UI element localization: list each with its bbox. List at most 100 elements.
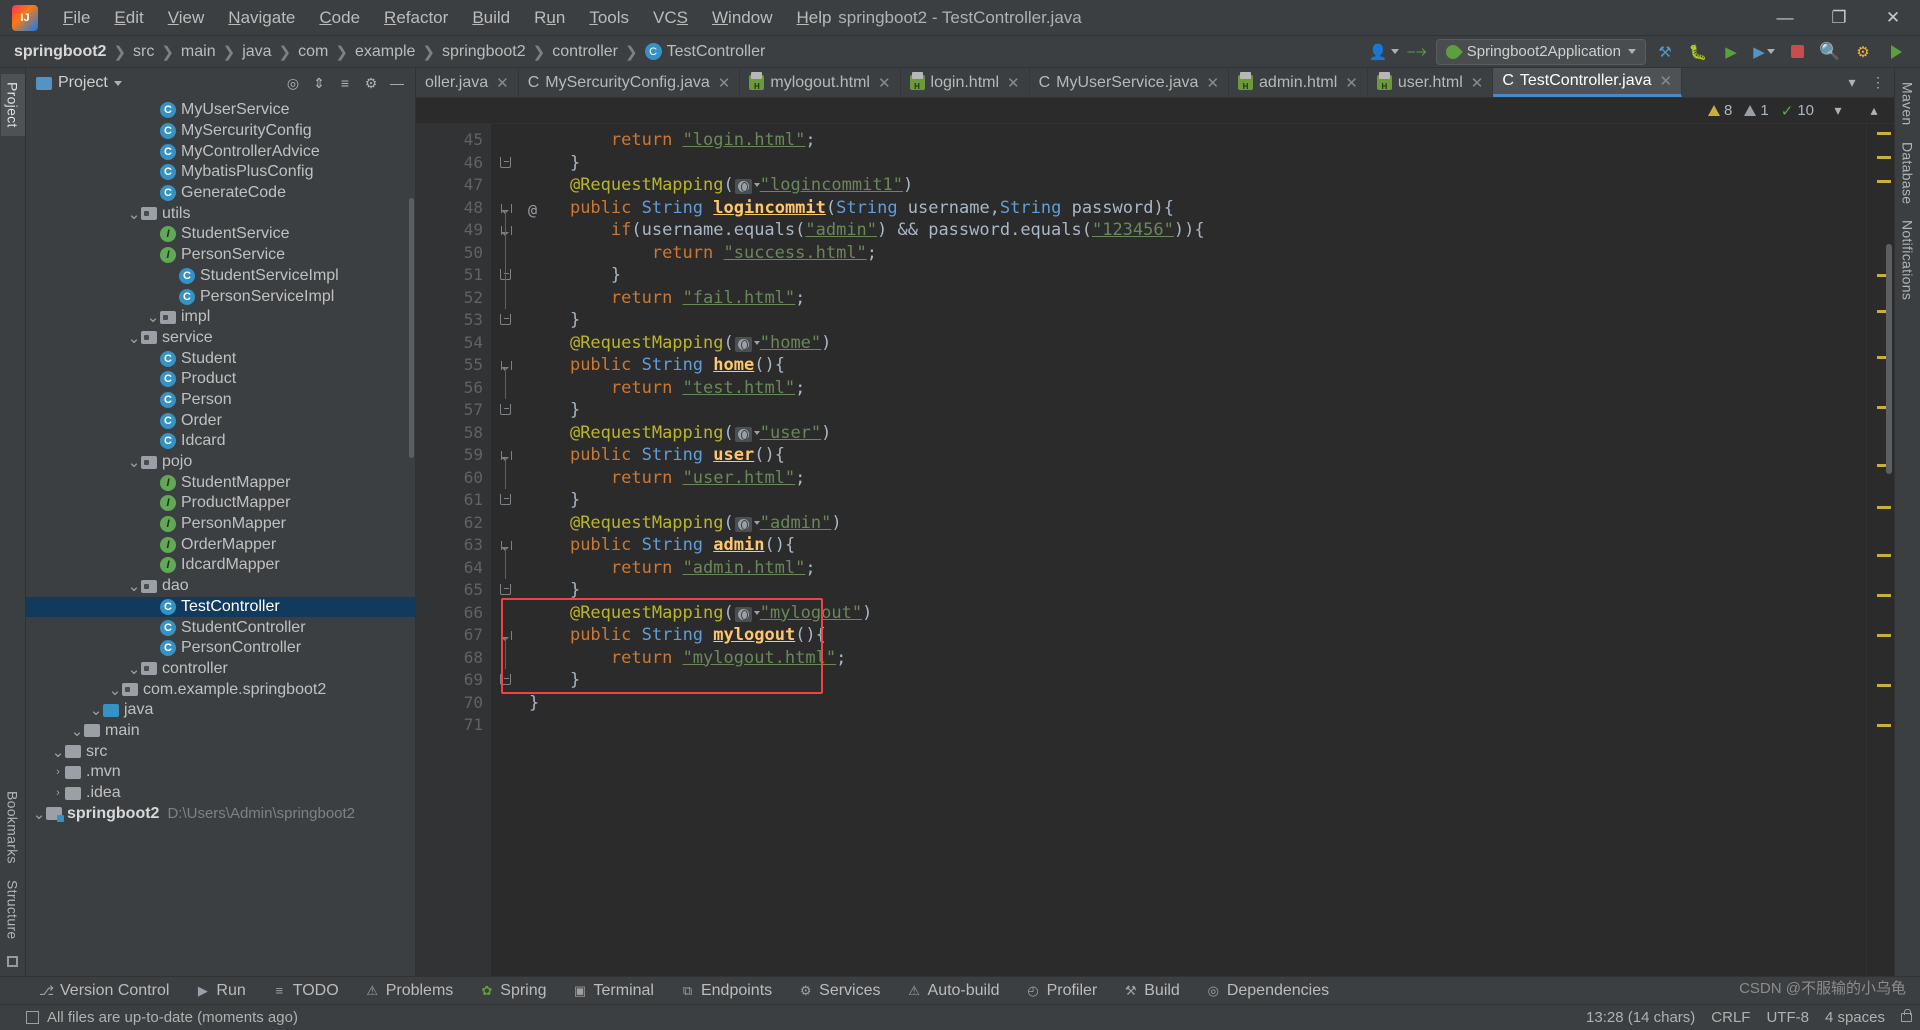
tree-node-ordermapper[interactable]: I OrderMapper (26, 534, 415, 555)
tree-node-java[interactable]: ⌄ java (26, 700, 415, 721)
breadcrumb-springboot2[interactable]: springboot2 (14, 43, 106, 61)
editor-tab-user-html[interactable]: user.html ✕ (1368, 68, 1494, 97)
fold-end-icon[interactable] (500, 156, 511, 168)
tool-window-auto-build[interactable]: ⚠ Auto-build (894, 977, 1013, 1005)
chevron-down-icon[interactable]: ⌄ (70, 722, 84, 740)
settings-gear-icon[interactable]: ⚙ (359, 71, 383, 95)
code-line[interactable]: } (519, 309, 1866, 332)
line-number[interactable]: 52 (416, 287, 491, 310)
fold-end-icon[interactable] (500, 494, 511, 505)
tree-node-src[interactable]: ⌄ src (26, 741, 415, 762)
close-tab-icon[interactable]: ✕ (718, 74, 731, 92)
code-line[interactable]: if(username.equals("admin") && password.… (519, 219, 1866, 242)
chevron-down-icon[interactable]: ⌄ (127, 453, 141, 471)
chevron-right-icon[interactable]: › (51, 766, 65, 778)
menu-item-window[interactable]: Window (701, 4, 783, 32)
menu-item-navigate[interactable]: Navigate (217, 4, 306, 32)
tree-node-idcard[interactable]: C Idcard (26, 431, 415, 452)
tool-window-run[interactable]: ▶ Run (182, 977, 258, 1005)
tree-node-studentservice[interactable]: I StudentService (26, 224, 415, 245)
tool-tab-project[interactable]: Project (0, 74, 25, 136)
tree-node-studentcontroller[interactable]: C StudentController (26, 617, 415, 638)
line-separator[interactable]: CRLF (1711, 1009, 1750, 1026)
read-only-lock-icon[interactable] (1901, 1009, 1912, 1022)
code-line[interactable]: return "mylogout.html"; (519, 647, 1866, 670)
code-content[interactable]: return "login.html"; } @RequestMapping("… (519, 124, 1866, 976)
code-line[interactable] (519, 714, 1866, 737)
line-number[interactable]: 71 (416, 714, 491, 737)
code-line[interactable]: return "login.html"; (519, 129, 1866, 152)
code-line[interactable]: } (519, 264, 1866, 287)
line-number[interactable]: 62 (416, 512, 491, 535)
error-stripe-marker[interactable] (1877, 506, 1891, 509)
line-number[interactable]: 65 (416, 579, 491, 602)
line-number[interactable]: 45 (416, 129, 491, 152)
fold-end-icon[interactable] (500, 404, 511, 415)
close-tab-icon[interactable]: ✕ (1471, 74, 1484, 92)
chevron-down-icon[interactable]: ⌄ (127, 577, 141, 595)
breadcrumb-com[interactable]: com (298, 43, 328, 61)
tree-node-mycontrolleradvice[interactable]: C MyControllerAdvice (26, 141, 415, 162)
collapse-all-icon[interactable]: ≡ (333, 71, 357, 95)
line-number[interactable]: 55 (416, 354, 516, 377)
line-number[interactable]: 54 (416, 332, 491, 355)
tool-window-todo[interactable]: ≡ TODO (259, 977, 352, 1005)
close-tab-icon[interactable]: ✕ (1345, 74, 1358, 92)
tree-node-generatecode[interactable]: C GenerateCode (26, 183, 415, 204)
tree-node-personmapper[interactable]: I PersonMapper (26, 514, 415, 535)
fold-end-icon[interactable] (500, 314, 511, 325)
code-editor[interactable]: 45 46 47 48 @49 50 51 52 53 54 55 56 57 58 59 60 61 62 63 6… (416, 124, 1894, 976)
line-number[interactable]: 60 (416, 467, 491, 490)
close-button[interactable]: ✕ (1866, 0, 1920, 36)
close-tab-icon[interactable]: ✕ (1206, 74, 1219, 92)
menu-item-refactor[interactable]: Refactor (373, 4, 459, 32)
menu-item-tools[interactable]: Tools (578, 4, 640, 32)
tool-window-endpoints[interactable]: ⧉ Endpoints (667, 977, 785, 1005)
breadcrumb-java[interactable]: java (242, 43, 271, 61)
build-project-icon[interactable]: ⚒ (1651, 39, 1679, 65)
chevron-down-icon[interactable]: ⌄ (127, 205, 141, 223)
breadcrumb-main[interactable]: main (181, 43, 216, 61)
chevron-down-icon[interactable]: ▾ (1826, 99, 1850, 123)
fold-end-icon[interactable] (500, 674, 511, 685)
code-line[interactable]: } (519, 579, 1866, 602)
line-number[interactable]: 48 @ (416, 197, 537, 220)
coverage-icon[interactable]: ▶ (1717, 39, 1745, 65)
line-number[interactable]: 69 (416, 669, 491, 692)
tree-node-person[interactable]: C Person (26, 390, 415, 411)
chevron-down-icon[interactable]: ⌄ (51, 743, 65, 761)
error-stripe-marker[interactable] (1877, 132, 1891, 135)
line-number[interactable]: 57 (416, 399, 491, 422)
line-number[interactable]: 67 (416, 624, 516, 647)
tool-window-terminal[interactable]: ▣ Terminal (560, 977, 667, 1005)
line-number[interactable]: 59 (416, 444, 516, 467)
line-number[interactable]: 61 (416, 489, 491, 512)
menu-item-run[interactable]: Run (523, 4, 576, 32)
code-line[interactable]: public String user(){ (519, 444, 1866, 467)
line-number[interactable]: 58 (416, 422, 491, 445)
code-line[interactable]: public String logincommit(String usernam… (519, 197, 1866, 220)
tree-node-mybatisplusconfig[interactable]: C MybatisPlusConfig (26, 162, 415, 183)
tree-node-pojo[interactable]: ⌄ pojo (26, 452, 415, 473)
tree-node-impl[interactable]: ⌄ impl (26, 307, 415, 328)
code-line[interactable]: return "admin.html"; (519, 557, 1866, 580)
more-tool-windows-icon[interactable] (7, 956, 18, 967)
error-stripe-markers[interactable] (1866, 124, 1894, 976)
line-number[interactable]: 50 (416, 242, 491, 265)
menu-item-vcs[interactable]: VCS (642, 4, 699, 32)
project-tree-scrollbar[interactable] (409, 198, 414, 458)
chevron-up-icon[interactable]: ▴ (1862, 99, 1886, 123)
build-hammer-icon[interactable]: ⤍ (1403, 39, 1431, 65)
run-dropdown-icon[interactable]: ▶ (1750, 39, 1778, 65)
inspection-widget[interactable]: 8 1 ✓ 10 ▾ ▴ (416, 98, 1894, 124)
code-line[interactable]: return "user.html"; (519, 467, 1866, 490)
tree-node-studentserviceimpl[interactable]: C StudentServiceImpl (26, 266, 415, 287)
menu-item-build[interactable]: Build (461, 4, 521, 32)
chevron-right-icon[interactable]: › (51, 787, 65, 799)
run-configuration-selector[interactable]: Springboot2Application (1435, 38, 1646, 65)
error-stripe-marker[interactable] (1877, 594, 1891, 597)
line-number[interactable]: 49 (416, 219, 491, 242)
chevron-down-icon[interactable] (113, 80, 122, 86)
editor-tab-mysercurityconfig-java[interactable]: C MySercurityConfig.java ✕ (519, 68, 741, 97)
editor-tab-admin-html[interactable]: admin.html ✕ (1229, 68, 1368, 97)
